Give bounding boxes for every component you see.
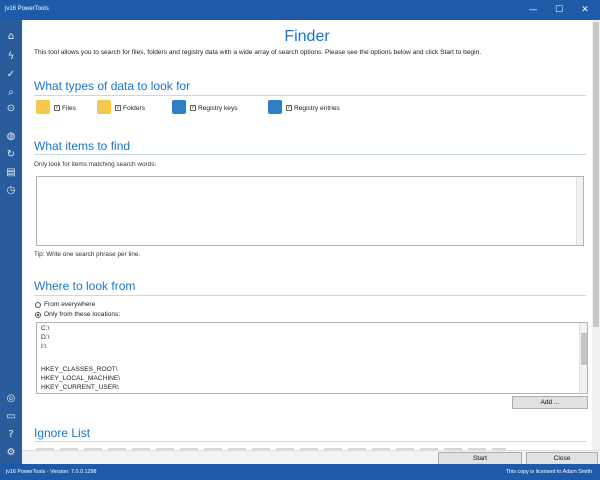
life-ring-icon[interactable]: ◎ (4, 392, 18, 406)
from-everywhere-label: From everywhere (44, 301, 96, 308)
only-locations-radio[interactable] (35, 312, 41, 318)
page-title: Finder (284, 28, 330, 45)
folders-checkbox[interactable]: ✓ (115, 105, 121, 111)
list-item[interactable]: HKEY_CURRENT_USER\ (41, 384, 119, 391)
types-section-title: What types of data to look for (34, 79, 191, 93)
section-divider (34, 154, 586, 155)
list-item[interactable]: C:\ (41, 325, 49, 332)
help-icon[interactable]: ? (4, 428, 18, 442)
scroll-thumb[interactable] (581, 333, 587, 365)
section-divider (34, 295, 586, 296)
list-item[interactable]: HKEY_CLASSES_ROOT\ (41, 366, 118, 373)
search-icon[interactable]: ⌕ (4, 86, 18, 100)
window-title: jv16 PowerTools (5, 6, 49, 12)
file-icon (36, 100, 50, 114)
close-window-button[interactable]: ✕ (572, 0, 598, 20)
registry-entry-icon (268, 100, 282, 114)
home-icon[interactable]: ⌂ (4, 30, 18, 44)
magnify-icon[interactable]: ⊙ (4, 102, 18, 116)
main-scroll-thumb[interactable] (593, 22, 599, 327)
files-label: Files (62, 105, 76, 112)
version-text: jv16 PowerTools - Version: 7.0.0.1298 (6, 469, 97, 475)
files-checkbox[interactable]: ✓ (54, 105, 60, 111)
tip-text: Tip: Write one search phrase per line. (34, 251, 141, 258)
items-section-title: What items to find (34, 139, 131, 153)
search-words-label: Only look for items matching search word… (34, 161, 157, 168)
add-location-button[interactable]: Add ... (512, 396, 588, 409)
clipboard-icon[interactable]: ▤ (4, 166, 18, 180)
footer-bar: Start Close (22, 450, 600, 465)
section-divider (34, 441, 586, 442)
ignore-section-title: Ignore List (34, 426, 91, 440)
clock-icon[interactable]: ◷ (4, 184, 18, 198)
gear-icon[interactable]: ⚙ (4, 446, 18, 460)
list-item[interactable]: HKEY_LOCAL_MACHINE\ (41, 375, 120, 382)
folders-label: Folders (123, 105, 145, 112)
folder-icon (97, 100, 111, 114)
registry-entries-checkbox[interactable]: ✓ (286, 105, 292, 111)
main-scrollbar[interactable] (592, 20, 600, 450)
title-bar: jv16 PowerTools — ☐ ✕ (0, 0, 600, 20)
registry-keys-checkbox[interactable]: ✓ (190, 105, 196, 111)
flash-icon[interactable]: ϟ (4, 50, 18, 64)
locations-list[interactable]: C:\ D:\ I:\ HKEY_CLASSES_ROOT\ HKEY_LOCA… (36, 322, 588, 394)
section-divider (34, 95, 586, 96)
registry-key-icon (172, 100, 186, 114)
locations-scrollbar[interactable] (579, 323, 587, 393)
globe-icon[interactable]: ◍ (4, 130, 18, 144)
where-section-title: Where to look from (34, 279, 136, 293)
registry-keys-label: Registry keys (198, 105, 238, 112)
check-circle-icon[interactable]: ✓ (4, 68, 18, 82)
refresh-icon[interactable]: ↻ (4, 148, 18, 162)
only-locations-label: Only from these locations: (44, 311, 121, 318)
sidebar: ⌂ ϟ ✓ ⌕ ⊙ ◍ ↻ ▤ ◷ ◎ ▭ ? ⚙ (0, 20, 22, 464)
search-words-scrollbar[interactable] (576, 177, 583, 245)
minimize-button[interactable]: — (520, 0, 546, 20)
maximize-button[interactable]: ☐ (546, 0, 572, 20)
status-bar: jv16 PowerTools - Version: 7.0.0.1298 Th… (0, 464, 600, 480)
comment-icon[interactable]: ▭ (4, 410, 18, 424)
registry-entries-label: Registry entries (294, 105, 340, 112)
from-everywhere-radio[interactable] (35, 302, 41, 308)
list-item[interactable]: D:\ (41, 334, 49, 341)
search-words-input[interactable] (36, 176, 584, 246)
license-text: This copy is licensed to Adam Smith (505, 469, 592, 475)
intro-text: This tool allows you to search for files… (34, 49, 482, 56)
main-content: Finder This tool allows you to search fo… (22, 20, 592, 450)
list-item[interactable]: I:\ (41, 343, 47, 350)
